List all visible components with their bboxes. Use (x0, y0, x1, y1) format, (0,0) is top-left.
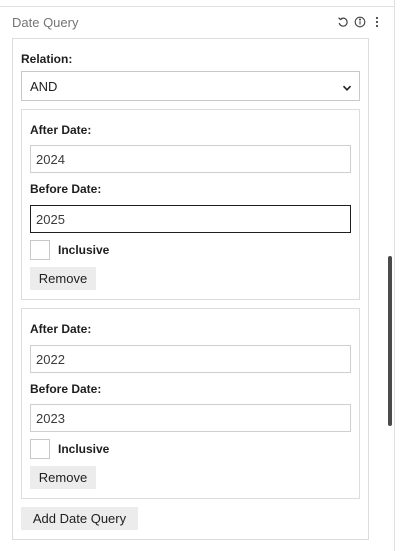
remove-button[interactable]: Remove (30, 466, 96, 489)
before-date-input[interactable]: 2023 (30, 404, 351, 432)
panel-header: Date Query (12, 13, 384, 31)
scrollbar-thumb[interactable] (388, 256, 392, 426)
undo-icon[interactable] (336, 15, 350, 29)
panel-header-actions (336, 15, 384, 29)
after-date-label: After Date: (30, 123, 92, 137)
before-date-label: Before Date: (30, 182, 102, 196)
relation-select-value: AND (30, 78, 58, 94)
inclusive-label: Inclusive (58, 243, 110, 257)
more-vertical-icon[interactable] (370, 15, 384, 29)
before-date-label: Before Date: (30, 382, 102, 396)
after-date-input[interactable]: 2024 (30, 145, 351, 173)
inclusive-checkbox[interactable] (30, 439, 50, 459)
panel-divider (0, 6, 395, 7)
after-date-input[interactable]: 2022 (30, 345, 351, 373)
info-icon[interactable] (353, 15, 367, 29)
chevron-down-icon (341, 81, 353, 93)
after-date-label: After Date: (30, 322, 92, 336)
remove-button[interactable]: Remove (30, 267, 96, 290)
relation-select[interactable]: AND (21, 71, 360, 101)
add-date-query-button[interactable]: Add Date Query (21, 507, 138, 530)
before-date-input[interactable]: 2025 (30, 205, 351, 233)
inclusive-checkbox[interactable] (30, 240, 50, 260)
panel-title: Date Query (12, 14, 79, 30)
relation-label: Relation: (21, 52, 73, 66)
inclusive-label: Inclusive (58, 442, 110, 456)
